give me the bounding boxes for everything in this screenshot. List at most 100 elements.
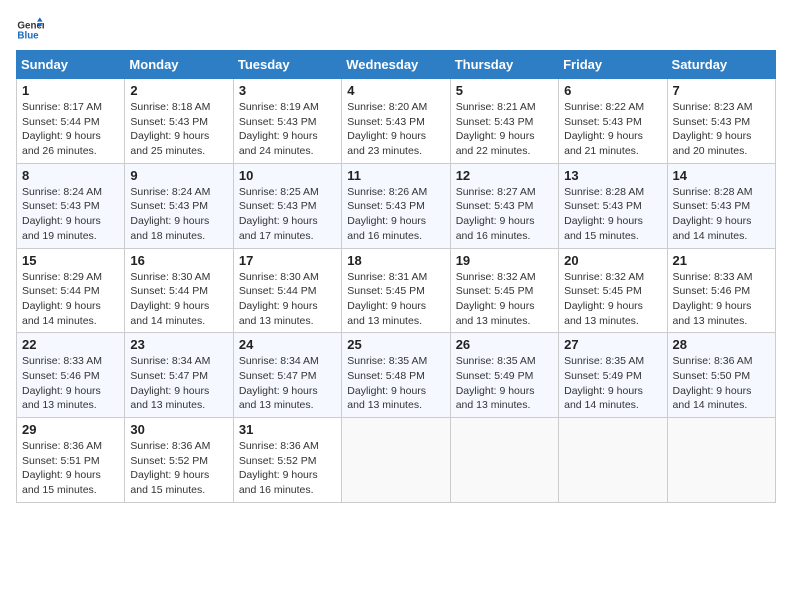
calendar-cell: 27 Sunrise: 8:35 AMSunset: 5:49 PMDaylig… — [559, 333, 667, 418]
calendar-week-5: 29 Sunrise: 8:36 AMSunset: 5:51 PMDaylig… — [17, 418, 776, 503]
page-header: General Blue — [16, 16, 776, 44]
weekday-wednesday: Wednesday — [342, 51, 450, 79]
day-info: Sunrise: 8:35 AMSunset: 5:48 PMDaylight:… — [347, 355, 427, 411]
day-info: Sunrise: 8:35 AMSunset: 5:49 PMDaylight:… — [564, 355, 644, 411]
day-number: 5 — [456, 83, 553, 98]
calendar-week-1: 1 Sunrise: 8:17 AMSunset: 5:44 PMDayligh… — [17, 79, 776, 164]
day-number: 22 — [22, 337, 119, 352]
calendar-cell: 22 Sunrise: 8:33 AMSunset: 5:46 PMDaylig… — [17, 333, 125, 418]
day-info: Sunrise: 8:34 AMSunset: 5:47 PMDaylight:… — [239, 355, 319, 411]
day-info: Sunrise: 8:18 AMSunset: 5:43 PMDaylight:… — [130, 101, 210, 157]
calendar-cell — [559, 418, 667, 503]
day-info: Sunrise: 8:35 AMSunset: 5:49 PMDaylight:… — [456, 355, 536, 411]
weekday-saturday: Saturday — [667, 51, 775, 79]
calendar-cell: 6 Sunrise: 8:22 AMSunset: 5:43 PMDayligh… — [559, 79, 667, 164]
day-number: 26 — [456, 337, 553, 352]
calendar-cell: 8 Sunrise: 8:24 AMSunset: 5:43 PMDayligh… — [17, 163, 125, 248]
day-info: Sunrise: 8:31 AMSunset: 5:45 PMDaylight:… — [347, 271, 427, 327]
day-info: Sunrise: 8:32 AMSunset: 5:45 PMDaylight:… — [456, 271, 536, 327]
calendar-cell: 7 Sunrise: 8:23 AMSunset: 5:43 PMDayligh… — [667, 79, 775, 164]
day-number: 30 — [130, 422, 227, 437]
day-info: Sunrise: 8:22 AMSunset: 5:43 PMDaylight:… — [564, 101, 644, 157]
day-info: Sunrise: 8:21 AMSunset: 5:43 PMDaylight:… — [456, 101, 536, 157]
day-number: 28 — [673, 337, 770, 352]
day-info: Sunrise: 8:36 AMSunset: 5:52 PMDaylight:… — [239, 440, 319, 496]
calendar-cell: 4 Sunrise: 8:20 AMSunset: 5:43 PMDayligh… — [342, 79, 450, 164]
day-info: Sunrise: 8:33 AMSunset: 5:46 PMDaylight:… — [673, 271, 753, 327]
day-number: 2 — [130, 83, 227, 98]
calendar-cell: 26 Sunrise: 8:35 AMSunset: 5:49 PMDaylig… — [450, 333, 558, 418]
day-info: Sunrise: 8:24 AMSunset: 5:43 PMDaylight:… — [130, 186, 210, 242]
day-info: Sunrise: 8:36 AMSunset: 5:50 PMDaylight:… — [673, 355, 753, 411]
calendar-cell: 3 Sunrise: 8:19 AMSunset: 5:43 PMDayligh… — [233, 79, 341, 164]
calendar-cell: 9 Sunrise: 8:24 AMSunset: 5:43 PMDayligh… — [125, 163, 233, 248]
day-info: Sunrise: 8:28 AMSunset: 5:43 PMDaylight:… — [564, 186, 644, 242]
day-number: 25 — [347, 337, 444, 352]
calendar-cell: 28 Sunrise: 8:36 AMSunset: 5:50 PMDaylig… — [667, 333, 775, 418]
day-info: Sunrise: 8:29 AMSunset: 5:44 PMDaylight:… — [22, 271, 102, 327]
day-number: 21 — [673, 253, 770, 268]
calendar-table: SundayMondayTuesdayWednesdayThursdayFrid… — [16, 50, 776, 503]
calendar-body: 1 Sunrise: 8:17 AMSunset: 5:44 PMDayligh… — [17, 79, 776, 503]
calendar-week-2: 8 Sunrise: 8:24 AMSunset: 5:43 PMDayligh… — [17, 163, 776, 248]
day-number: 19 — [456, 253, 553, 268]
calendar-cell: 31 Sunrise: 8:36 AMSunset: 5:52 PMDaylig… — [233, 418, 341, 503]
calendar-cell: 5 Sunrise: 8:21 AMSunset: 5:43 PMDayligh… — [450, 79, 558, 164]
day-number: 15 — [22, 253, 119, 268]
day-number: 8 — [22, 168, 119, 183]
calendar-cell: 2 Sunrise: 8:18 AMSunset: 5:43 PMDayligh… — [125, 79, 233, 164]
calendar-cell: 14 Sunrise: 8:28 AMSunset: 5:43 PMDaylig… — [667, 163, 775, 248]
weekday-header-row: SundayMondayTuesdayWednesdayThursdayFrid… — [17, 51, 776, 79]
day-number: 27 — [564, 337, 661, 352]
day-number: 17 — [239, 253, 336, 268]
weekday-monday: Monday — [125, 51, 233, 79]
day-info: Sunrise: 8:33 AMSunset: 5:46 PMDaylight:… — [22, 355, 102, 411]
svg-text:Blue: Blue — [17, 30, 39, 41]
day-number: 24 — [239, 337, 336, 352]
day-number: 1 — [22, 83, 119, 98]
weekday-tuesday: Tuesday — [233, 51, 341, 79]
calendar-week-3: 15 Sunrise: 8:29 AMSunset: 5:44 PMDaylig… — [17, 248, 776, 333]
calendar-cell: 29 Sunrise: 8:36 AMSunset: 5:51 PMDaylig… — [17, 418, 125, 503]
day-info: Sunrise: 8:27 AMSunset: 5:43 PMDaylight:… — [456, 186, 536, 242]
weekday-thursday: Thursday — [450, 51, 558, 79]
calendar-cell: 10 Sunrise: 8:25 AMSunset: 5:43 PMDaylig… — [233, 163, 341, 248]
logo: General Blue — [16, 16, 48, 44]
day-number: 9 — [130, 168, 227, 183]
calendar-cell: 18 Sunrise: 8:31 AMSunset: 5:45 PMDaylig… — [342, 248, 450, 333]
calendar-cell: 1 Sunrise: 8:17 AMSunset: 5:44 PMDayligh… — [17, 79, 125, 164]
calendar-week-4: 22 Sunrise: 8:33 AMSunset: 5:46 PMDaylig… — [17, 333, 776, 418]
day-number: 23 — [130, 337, 227, 352]
calendar-cell: 25 Sunrise: 8:35 AMSunset: 5:48 PMDaylig… — [342, 333, 450, 418]
day-number: 6 — [564, 83, 661, 98]
calendar-cell — [450, 418, 558, 503]
day-info: Sunrise: 8:17 AMSunset: 5:44 PMDaylight:… — [22, 101, 102, 157]
calendar-cell: 30 Sunrise: 8:36 AMSunset: 5:52 PMDaylig… — [125, 418, 233, 503]
calendar-cell — [667, 418, 775, 503]
day-info: Sunrise: 8:32 AMSunset: 5:45 PMDaylight:… — [564, 271, 644, 327]
day-number: 7 — [673, 83, 770, 98]
day-info: Sunrise: 8:19 AMSunset: 5:43 PMDaylight:… — [239, 101, 319, 157]
day-info: Sunrise: 8:30 AMSunset: 5:44 PMDaylight:… — [130, 271, 210, 327]
weekday-sunday: Sunday — [17, 51, 125, 79]
calendar-cell: 13 Sunrise: 8:28 AMSunset: 5:43 PMDaylig… — [559, 163, 667, 248]
calendar-cell: 12 Sunrise: 8:27 AMSunset: 5:43 PMDaylig… — [450, 163, 558, 248]
day-info: Sunrise: 8:23 AMSunset: 5:43 PMDaylight:… — [673, 101, 753, 157]
calendar-cell: 20 Sunrise: 8:32 AMSunset: 5:45 PMDaylig… — [559, 248, 667, 333]
day-number: 11 — [347, 168, 444, 183]
day-number: 16 — [130, 253, 227, 268]
day-info: Sunrise: 8:36 AMSunset: 5:51 PMDaylight:… — [22, 440, 102, 496]
day-number: 4 — [347, 83, 444, 98]
day-info: Sunrise: 8:36 AMSunset: 5:52 PMDaylight:… — [130, 440, 210, 496]
day-info: Sunrise: 8:30 AMSunset: 5:44 PMDaylight:… — [239, 271, 319, 327]
day-info: Sunrise: 8:24 AMSunset: 5:43 PMDaylight:… — [22, 186, 102, 242]
calendar-cell — [342, 418, 450, 503]
day-number: 10 — [239, 168, 336, 183]
day-number: 14 — [673, 168, 770, 183]
day-info: Sunrise: 8:26 AMSunset: 5:43 PMDaylight:… — [347, 186, 427, 242]
calendar-cell: 15 Sunrise: 8:29 AMSunset: 5:44 PMDaylig… — [17, 248, 125, 333]
day-number: 13 — [564, 168, 661, 183]
calendar-cell: 19 Sunrise: 8:32 AMSunset: 5:45 PMDaylig… — [450, 248, 558, 333]
day-number: 3 — [239, 83, 336, 98]
weekday-friday: Friday — [559, 51, 667, 79]
